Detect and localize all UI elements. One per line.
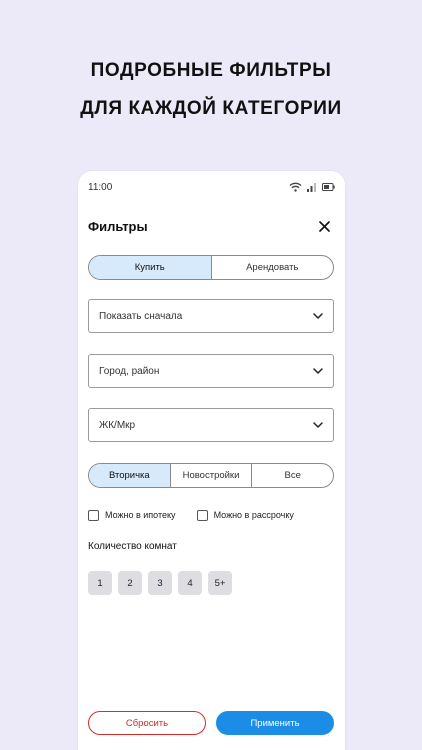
promo-line-1: ПОДРОБНЫЕ ФИЛЬТРЫ: [90, 60, 332, 81]
checkbox-row: Можно в ипотеку Можно в рассрочку: [88, 508, 334, 522]
market-new-buildings[interactable]: Новостройки: [169, 464, 252, 487]
wifi-icon: [289, 182, 302, 192]
page-title: Фильтры: [88, 218, 148, 234]
rooms-option-2[interactable]: 2: [118, 571, 142, 595]
installment-checkbox-box[interactable]: [196, 509, 208, 521]
complex-select-label: ЖК/Мкр: [99, 419, 136, 431]
status-time: 11:00: [88, 181, 113, 193]
phone-screen: 11:00 Фильтры Купить Арендовать Показать…: [78, 171, 345, 750]
sort-select[interactable]: Показать сначала: [88, 299, 334, 333]
chevron-down-icon: [313, 422, 323, 428]
deal-type-toggle: Купить Арендовать: [88, 255, 334, 280]
rooms-label: Количество комнат: [88, 541, 177, 552]
market-toggle: Вторичка Новостройки Все: [88, 463, 334, 488]
rooms-option-3[interactable]: 3: [148, 571, 172, 595]
rooms-option-5-plus[interactable]: 5+: [208, 571, 232, 595]
filters-header: Фильтры: [88, 215, 333, 237]
market-all[interactable]: Все: [251, 464, 333, 487]
reset-button[interactable]: Сбросить: [88, 711, 206, 735]
rooms-option-1[interactable]: 1: [88, 571, 112, 595]
sort-select-label: Показать сначала: [99, 310, 183, 322]
installment-checkbox-label: Можно в рассрочку: [213, 510, 294, 520]
close-icon: [318, 220, 330, 232]
deal-type-buy[interactable]: Купить: [89, 256, 211, 279]
mortgage-checkbox-label: Можно в ипотеку: [105, 510, 176, 520]
close-button[interactable]: [315, 217, 333, 235]
installment-checkbox[interactable]: Можно в рассрочку: [196, 509, 294, 521]
market-secondary[interactable]: Вторичка: [89, 464, 170, 487]
chevron-down-icon: [313, 313, 323, 319]
mortgage-checkbox-box[interactable]: [88, 509, 99, 521]
city-select[interactable]: Город, район: [88, 354, 334, 388]
rooms-selector: 1 2 3 4 5+: [88, 571, 232, 595]
complex-select[interactable]: ЖК/Мкр: [88, 408, 334, 442]
rooms-option-4[interactable]: 4: [178, 571, 202, 595]
promo-headline: ПОДРОБНЫЕ ФИЛЬТРЫ ДЛЯ КАЖДОЙ КАТЕГОРИИ: [0, 52, 422, 128]
status-bar: 11:00: [78, 171, 345, 203]
city-select-label: Город, район: [99, 365, 160, 377]
deal-type-rent[interactable]: Арендовать: [210, 256, 334, 279]
mortgage-checkbox[interactable]: Можно в ипотеку: [88, 509, 176, 521]
status-icons: [289, 182, 335, 192]
signal-icon: [307, 183, 316, 192]
promo-line-2: ДЛЯ КАЖДОЙ КАТЕГОРИИ: [80, 98, 342, 119]
chevron-down-icon: [313, 368, 323, 374]
apply-button[interactable]: Применить: [216, 711, 334, 735]
battery-icon: [322, 183, 335, 191]
